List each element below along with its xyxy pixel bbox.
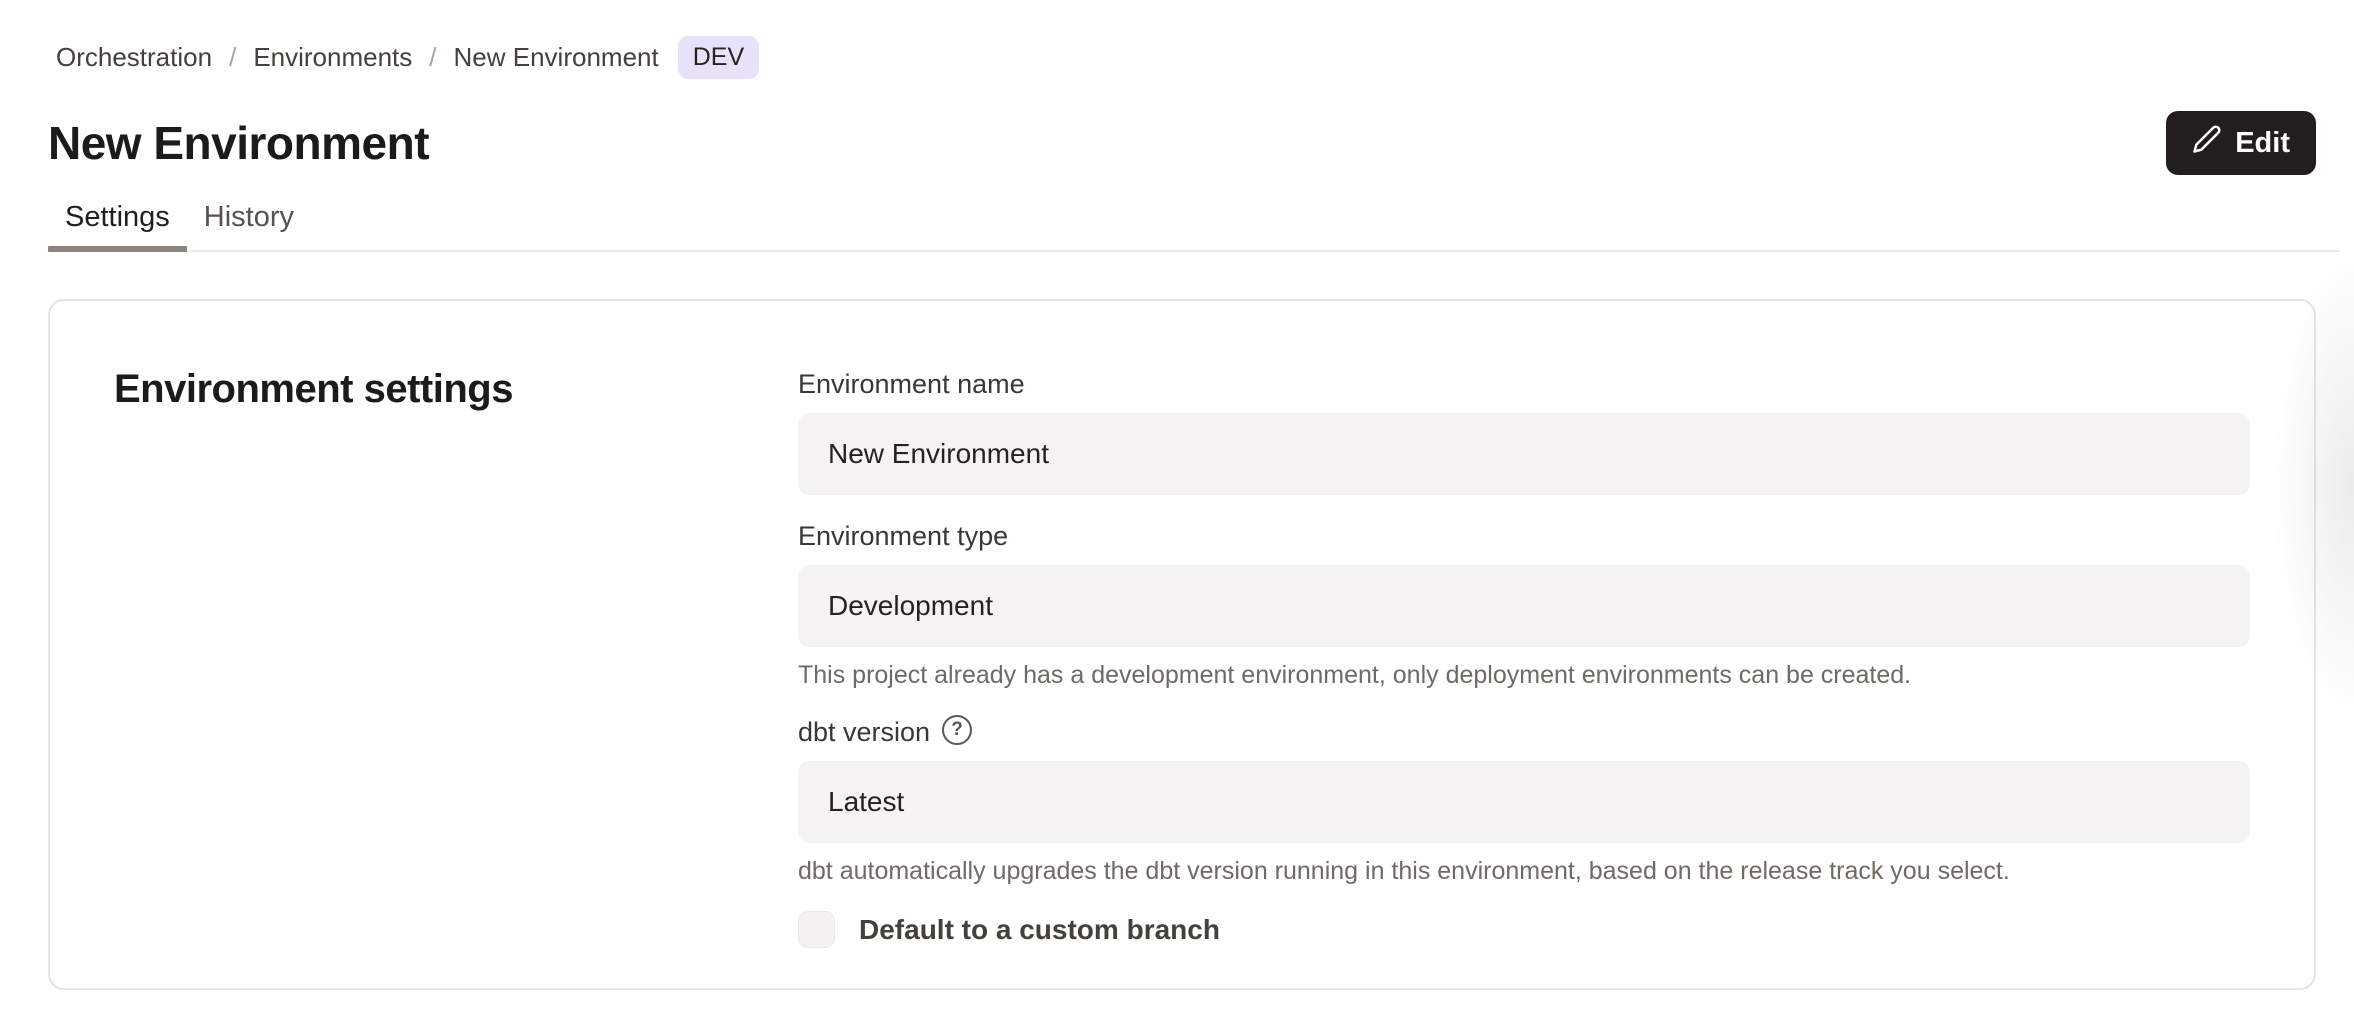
environment-type-helper-text: This project already has a development e… [798, 659, 2250, 691]
breadcrumb-separator: / [429, 42, 436, 73]
breadcrumb-item-new-environment[interactable]: New Environment [454, 42, 659, 73]
tab-settings[interactable]: Settings [48, 201, 187, 250]
breadcrumb-separator: / [229, 42, 236, 73]
section-heading: Environment settings [114, 367, 798, 412]
breadcrumb-item-environments[interactable]: Environments [253, 42, 412, 73]
environment-type-field: Environment type Development This projec… [798, 519, 2250, 691]
breadcrumb-item-orchestration[interactable]: Orchestration [56, 42, 212, 73]
dbt-version-label: dbt version ? [798, 715, 2250, 749]
environment-type-value: Development [828, 590, 993, 622]
page-title: New Environment [48, 116, 429, 170]
page-header: New Environment Edit [48, 111, 2316, 175]
custom-branch-label: Default to a custom branch [859, 914, 1220, 946]
custom-branch-row: Default to a custom branch [798, 911, 2250, 948]
environment-type-label: Environment type [798, 519, 2250, 553]
environment-name-value: New Environment [828, 438, 1049, 470]
environment-name-field: Environment name New Environment [798, 367, 2250, 495]
tab-bar: Settings History [48, 201, 2340, 252]
dbt-version-helper-text: dbt automatically upgrades the dbt versi… [798, 855, 2250, 887]
pencil-icon [2192, 124, 2222, 162]
environment-dev-badge: DEV [678, 36, 759, 79]
environment-settings-card: Environment settings Environment name Ne… [48, 299, 2316, 990]
environment-type-input[interactable]: Development [798, 565, 2250, 647]
edit-button[interactable]: Edit [2166, 111, 2316, 175]
page: Orchestration / Environments / New Envir… [0, 0, 2354, 990]
card-form-column: Environment name New Environment Environ… [798, 359, 2250, 948]
dbt-version-label-text: dbt version [798, 715, 930, 749]
breadcrumb: Orchestration / Environments / New Envir… [56, 0, 2316, 79]
edit-button-label: Edit [2235, 127, 2290, 160]
help-icon[interactable]: ? [942, 715, 972, 745]
environment-name-label: Environment name [798, 367, 2250, 401]
card-heading-column: Environment settings [114, 359, 798, 948]
dbt-version-value: Latest [828, 786, 904, 818]
environment-name-input[interactable]: New Environment [798, 413, 2250, 495]
tab-history[interactable]: History [187, 201, 311, 250]
dbt-version-input[interactable]: Latest [798, 761, 2250, 843]
custom-branch-checkbox[interactable] [798, 911, 835, 948]
dbt-version-field: dbt version ? Latest dbt automatically u… [798, 715, 2250, 887]
